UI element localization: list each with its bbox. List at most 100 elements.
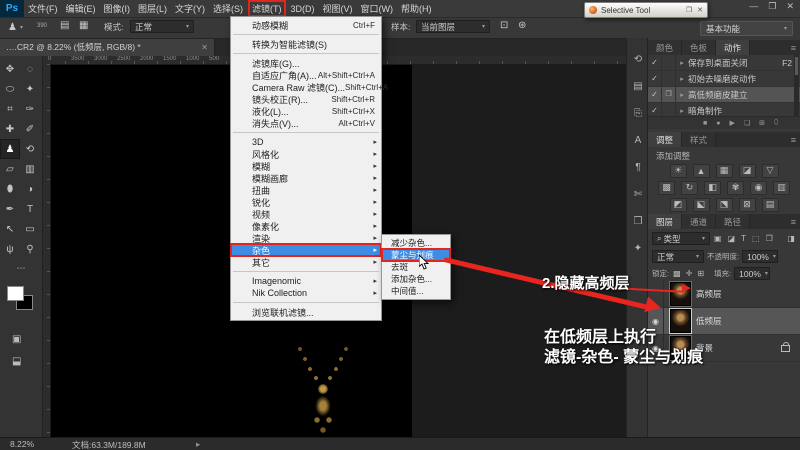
document-tab[interactable]: ….CR2 @ 8.22% (低频层, RGB/8) * ✕ bbox=[0, 38, 215, 56]
tool-button[interactable]: ⌗ bbox=[0, 99, 20, 119]
lock-option-icon[interactable]: ⊞ bbox=[696, 269, 705, 278]
tool-button[interactable]: ✚ bbox=[0, 119, 20, 139]
filter-menu-item[interactable]: 锐化 ▸ bbox=[231, 196, 381, 208]
action-dialog-toggle-icon[interactable]: ❒ bbox=[662, 87, 676, 102]
ignore-adjustment-icon[interactable]: ⊡ bbox=[500, 20, 508, 31]
layer-name[interactable]: 低频层 bbox=[696, 315, 800, 327]
action-toolbar-icon[interactable]: ⬯ bbox=[774, 119, 778, 127]
tool-button[interactable]: T bbox=[20, 199, 40, 219]
tab-close-icon[interactable]: ✕ bbox=[201, 43, 208, 52]
menu-bar-item[interactable]: 文件(F) bbox=[25, 1, 61, 16]
fill-select[interactable]: 100% ▾ bbox=[734, 267, 770, 280]
character-panel-icon[interactable]: A bbox=[627, 127, 649, 154]
action-toolbar-icon[interactable]: ❏ bbox=[744, 119, 750, 127]
adjustment-icon[interactable]: ◩ bbox=[670, 198, 687, 212]
quick-mask-icon[interactable]: ▣ bbox=[12, 334, 21, 345]
screen-mode-icon[interactable]: ⬓ bbox=[12, 356, 21, 367]
tool-button[interactable]: ✒ bbox=[0, 199, 20, 219]
tool-button[interactable]: ✐ bbox=[20, 119, 40, 139]
layer-name[interactable]: 高频层 bbox=[696, 288, 800, 300]
panel-tab[interactable]: 颜色 bbox=[648, 40, 682, 55]
pressure-icon[interactable]: ⊛ bbox=[518, 20, 526, 31]
clone-stamp-icon[interactable]: ♟ bbox=[8, 22, 17, 33]
menu-bar-item[interactable]: 图层(L) bbox=[135, 1, 170, 16]
restore-icon[interactable]: ❐ bbox=[686, 6, 692, 14]
filter-menu-item[interactable]: 风格化 ▸ bbox=[231, 148, 381, 160]
filter-toggle-icon[interactable]: ◨ bbox=[786, 234, 796, 243]
tool-button[interactable]: ✑ bbox=[20, 99, 40, 119]
tool-button[interactable]: ⚲ bbox=[20, 239, 40, 259]
disclosure-icon[interactable]: ▸ bbox=[676, 107, 688, 115]
panel-menu-icon[interactable]: ≡ bbox=[791, 40, 800, 55]
filter-menu-item[interactable]: Camera Raw 滤镜(C)... Shift+Ctrl+A bbox=[231, 81, 381, 93]
selective-tool-window[interactable]: Selective Tool ❐ ✕ bbox=[584, 2, 708, 18]
filter-kind-icon[interactable]: T bbox=[740, 234, 747, 243]
action-row[interactable]: ✓ ▸ 保存到桌面关闭 F2 bbox=[648, 55, 800, 71]
filter-menu-item[interactable] bbox=[233, 132, 379, 133]
sample-select[interactable]: 当前图层▾ bbox=[416, 20, 490, 33]
panel-tab[interactable]: 通道 bbox=[682, 214, 716, 229]
filter-menu-item[interactable]: 模糊 ▸ bbox=[231, 160, 381, 172]
filter-menu-item[interactable]: 液化(L)... Shift+Ctrl+X bbox=[231, 105, 381, 117]
clone-source-panel-icon[interactable]: ▦ bbox=[79, 20, 88, 31]
menu-bar-item[interactable]: 文字(Y) bbox=[172, 1, 208, 16]
menu-bar-item[interactable]: 选择(S) bbox=[210, 1, 246, 16]
panel-tab[interactable]: 动作 bbox=[716, 40, 750, 55]
paragraph-panel-icon[interactable]: ¶ bbox=[627, 154, 649, 181]
mode-select[interactable]: 正常▾ bbox=[130, 20, 194, 33]
submenu-item[interactable]: 减少杂色... bbox=[382, 237, 450, 249]
glyphs-panel-icon[interactable]: ✄ bbox=[627, 181, 649, 208]
adjustment-icon[interactable]: ↻ bbox=[681, 181, 698, 195]
workspace-switcher[interactable]: 基本功能 ▾ bbox=[700, 21, 793, 36]
opacity-select[interactable]: 100% ▾ bbox=[742, 250, 778, 263]
adjustment-icon[interactable]: ◪ bbox=[739, 164, 756, 178]
tool-button[interactable]: ⬮ bbox=[0, 179, 20, 199]
adjustment-icon[interactable]: ▩ bbox=[658, 181, 675, 195]
info-panel-icon[interactable]: ⎘ bbox=[627, 100, 649, 127]
submenu-item[interactable]: 中间值... bbox=[382, 285, 450, 297]
tool-button[interactable]: ◑ bbox=[20, 179, 40, 199]
brush-presets-panel-icon[interactable]: ✦ bbox=[627, 235, 649, 262]
filter-kind-icon[interactable]: ❒ bbox=[765, 234, 774, 243]
filter-kind-icon[interactable]: ⬚ bbox=[751, 234, 761, 243]
tool-button[interactable]: ⬭ bbox=[0, 79, 20, 99]
lock-option-icon[interactable]: ▩ bbox=[672, 269, 682, 278]
layer-row[interactable]: ◉ 高频层 bbox=[648, 281, 800, 308]
action-row[interactable]: ✓ ❒ ▸ 高低频磨皮建立 bbox=[648, 87, 800, 103]
submenu-item[interactable]: 去斑 bbox=[382, 261, 450, 273]
minimize-icon[interactable]: — bbox=[749, 1, 758, 12]
filter-menu-item[interactable]: 转换为智能滤镜(S) bbox=[231, 38, 381, 50]
filter-menu-item[interactable]: 3D ▸ bbox=[231, 136, 381, 148]
tool-button[interactable]: ✥ bbox=[0, 59, 20, 79]
filter-menu-item[interactable] bbox=[233, 302, 379, 303]
submenu-item[interactable]: 添加杂色... bbox=[382, 273, 450, 285]
action-toolbar-icon[interactable]: ▶ bbox=[729, 119, 734, 127]
panel-tab[interactable]: 调整 bbox=[648, 132, 682, 147]
restore-icon[interactable]: ❐ bbox=[768, 1, 776, 12]
filter-menu-item[interactable]: 杂色 ▸ bbox=[231, 244, 381, 256]
filter-menu-item[interactable]: 消失点(V)... Alt+Ctrl+V bbox=[231, 117, 381, 129]
panel-tab[interactable]: 图层 bbox=[648, 214, 682, 229]
blend-mode-select[interactable]: 正常 ▾ bbox=[652, 250, 704, 263]
filter-menu-item[interactable] bbox=[233, 271, 379, 272]
disclosure-icon[interactable]: ▸ bbox=[676, 75, 688, 83]
filter-menu-item[interactable]: 其它 ▸ bbox=[231, 256, 381, 268]
tool-button[interactable]: ▭ bbox=[20, 219, 40, 239]
adjustment-icon[interactable]: ▥ bbox=[773, 181, 790, 195]
filter-menu-item[interactable]: Imagenomic ▸ bbox=[231, 275, 381, 287]
lock-option-icon[interactable]: ✛ bbox=[685, 269, 694, 278]
layer-filter-select[interactable]: ⌕ 类型 ▾ bbox=[652, 232, 710, 245]
tool-caret-icon[interactable]: ▾ bbox=[20, 24, 23, 31]
adjustment-icon[interactable]: ▦ bbox=[716, 164, 733, 178]
tool-button[interactable]: ⟲ bbox=[20, 139, 40, 159]
disclosure-icon[interactable]: ▸ bbox=[676, 91, 688, 99]
menu-bar-item[interactable]: 帮助(H) bbox=[398, 1, 435, 16]
menu-bar-item[interactable]: 图像(I) bbox=[101, 1, 134, 16]
tool-button[interactable]: ▱ bbox=[0, 159, 20, 179]
adjustment-icon[interactable]: ⬕ bbox=[693, 198, 710, 212]
adjustment-icon[interactable]: ▲ bbox=[693, 164, 710, 178]
tool-button[interactable]: ◌ bbox=[20, 59, 40, 79]
action-check-icon[interactable]: ✓ bbox=[648, 55, 662, 70]
filter-menu-item[interactable]: 渲染 ▸ bbox=[231, 232, 381, 244]
foreground-color-swatch[interactable] bbox=[7, 286, 24, 301]
